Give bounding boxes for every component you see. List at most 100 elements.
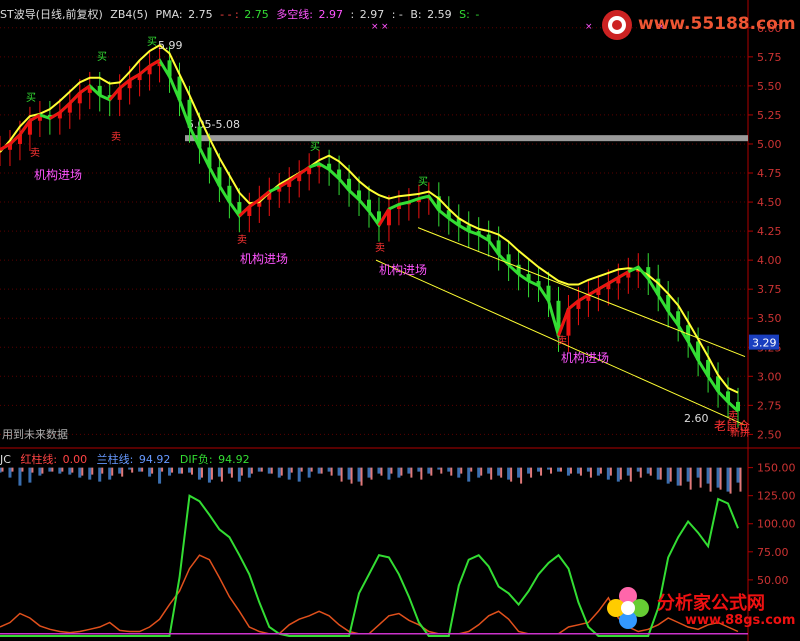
pink-bar	[729, 467, 732, 494]
future-data-note: 用到未来数据	[2, 428, 68, 441]
pink-bar	[530, 467, 533, 478]
jigou-label-4: 机构进场	[561, 350, 609, 365]
y-tick-label: 5.00	[757, 138, 782, 151]
top-cross-mark: ×	[585, 22, 593, 32]
blue-bar	[108, 467, 112, 480]
new-spell-label: 新拼	[730, 426, 750, 439]
pink-bar	[440, 467, 443, 474]
blue-bar	[277, 467, 281, 478]
blue-bar	[527, 467, 531, 474]
pink-bar	[250, 467, 253, 474]
s-label: S:	[459, 8, 470, 21]
blue-bar	[427, 467, 431, 474]
blue-bar	[18, 467, 22, 486]
pink-bar	[240, 467, 243, 476]
y-tick-label: 2.75	[757, 399, 782, 412]
blue-bar	[367, 467, 371, 478]
blue-bar	[596, 467, 600, 476]
flower-logo-icon	[607, 587, 649, 629]
duokong-label: 多空线:	[276, 8, 313, 21]
pink-bar	[200, 467, 203, 478]
blue-bar	[407, 467, 411, 474]
buy-marker: 买	[26, 92, 36, 104]
pink-bar	[380, 467, 383, 476]
candles-layer	[0, 46, 740, 428]
blue-bar	[187, 467, 191, 473]
sub-name: JC	[0, 453, 11, 466]
pink-bar	[280, 467, 283, 476]
pink-bar	[31, 467, 34, 473]
title: ST波导(日线,前复权)	[0, 8, 103, 21]
jigou-label-1: 机构进场	[34, 167, 82, 182]
blue-bar	[636, 467, 640, 472]
pink-bar	[111, 467, 114, 476]
blue-bar	[666, 467, 670, 484]
blue-bar	[217, 467, 221, 477]
pink-bar	[420, 467, 423, 480]
resistance-bar	[185, 135, 748, 142]
duokong-value: 2.97	[318, 8, 343, 21]
blue-bar	[88, 467, 92, 480]
blue-bar	[716, 467, 720, 488]
pink-bar	[410, 467, 413, 478]
pink-bar	[71, 467, 74, 473]
blue-bar	[397, 467, 401, 478]
blue-bar	[327, 467, 331, 472]
blue-bar	[457, 467, 461, 478]
chart-header: ST波导(日线,前复权) ZB4(5) PMA: 2.75 - - : 2.75…	[0, 6, 483, 21]
pink-bar	[21, 467, 24, 472]
pink-bar	[460, 467, 463, 474]
pink-bar	[151, 467, 154, 474]
pink-bar	[719, 467, 722, 490]
pink-bar	[659, 467, 662, 480]
sell-marker: 卖	[30, 147, 40, 159]
low-label: 2.60	[684, 412, 709, 425]
blue-bar	[138, 467, 142, 472]
y-tick-label: 3.50	[757, 312, 782, 325]
pink-bar	[230, 467, 233, 478]
blue-label: 兰柱线:	[96, 453, 134, 466]
pma-label: PMA:	[155, 8, 183, 21]
blue-bar	[357, 467, 361, 482]
y-tick-label: 5.50	[757, 80, 782, 93]
resistance-label: 5.05-5.08	[187, 118, 240, 131]
blue-bar	[307, 467, 311, 478]
pink-bar	[141, 467, 144, 472]
pink-bar	[161, 467, 164, 472]
pink-bar	[709, 467, 712, 492]
y-tick-label: 5.75	[757, 51, 782, 64]
pink-bar	[91, 467, 94, 475]
pink-bar	[430, 467, 433, 476]
blue-bar	[706, 467, 710, 484]
pink-bar	[569, 467, 572, 474]
pink-bar	[121, 467, 124, 477]
pink-bar	[520, 467, 523, 484]
high-label: 5.99	[158, 39, 183, 52]
sub-axis: 50.00 75.00 100.00 125.00 150.00	[748, 462, 796, 587]
blue-bar	[197, 467, 201, 480]
pink-bar	[51, 467, 54, 472]
sub-y-tick-label: 100.00	[757, 518, 796, 531]
pink-bar	[629, 467, 632, 482]
blue-bar	[497, 467, 501, 476]
blue-bar	[676, 467, 680, 486]
blue-bar	[696, 467, 700, 478]
blue-bar	[656, 467, 660, 480]
pink-bar	[550, 467, 553, 474]
pink-bar	[61, 467, 64, 472]
pink-bar	[290, 467, 293, 473]
blue-bar	[98, 467, 102, 482]
blue-bar	[467, 467, 471, 482]
current-price-label: 3.29	[752, 337, 777, 350]
blue-bar	[237, 467, 241, 482]
pink-bar	[270, 467, 273, 474]
val2-value: 2.75	[244, 8, 269, 21]
pink-bar	[400, 467, 403, 476]
y-tick-label: 4.25	[757, 225, 782, 238]
pink-bar	[480, 467, 483, 476]
pink-bar	[101, 467, 104, 474]
pink-bar	[470, 467, 473, 472]
jigou-label-3: 机构进场	[379, 262, 427, 277]
sub-y-tick-label: 75.00	[757, 546, 789, 559]
pink-bar	[559, 467, 562, 472]
